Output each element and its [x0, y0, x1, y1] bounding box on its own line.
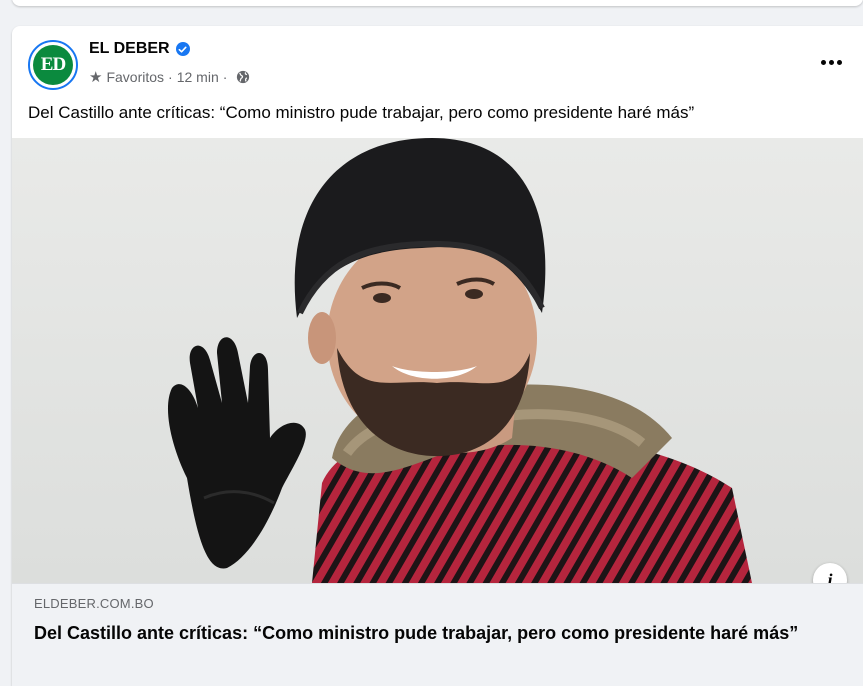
globe-icon[interactable]: [236, 70, 250, 84]
post-text: Del Castillo ante críticas: “Como minist…: [28, 103, 695, 122]
page-avatar[interactable]: ED: [28, 40, 78, 90]
more-options-icon[interactable]: [817, 50, 845, 74]
meta-separator: ·: [168, 69, 173, 85]
post-photo: [12, 138, 863, 583]
previous-post-card: [12, 0, 863, 6]
post-header: ED EL DEBER ★ Favoritos · 12 min ·: [12, 26, 863, 96]
link-title[interactable]: Del Castillo ante críticas: “Como minist…: [34, 620, 814, 646]
link-preview[interactable]: ELDEBER.COM.BO Del Castillo ante crítica…: [12, 583, 863, 686]
feed-post-card: ED EL DEBER ★ Favoritos · 12 min · Del C…: [12, 26, 863, 686]
page-name-row: EL DEBER: [89, 40, 190, 58]
page-name-link[interactable]: EL DEBER: [89, 40, 170, 58]
star-icon: ★: [89, 69, 103, 86]
link-domain: ELDEBER.COM.BO: [34, 596, 154, 611]
timestamp[interactable]: 12 min: [177, 69, 219, 85]
meta-separator-2: ·: [222, 69, 228, 85]
post-meta: ★ Favoritos · 12 min ·: [89, 68, 250, 86]
verified-badge-icon: [175, 42, 190, 56]
post-image[interactable]: i: [12, 138, 863, 583]
avatar-logo: ED: [33, 45, 73, 85]
audience-label[interactable]: Favoritos: [106, 69, 164, 85]
